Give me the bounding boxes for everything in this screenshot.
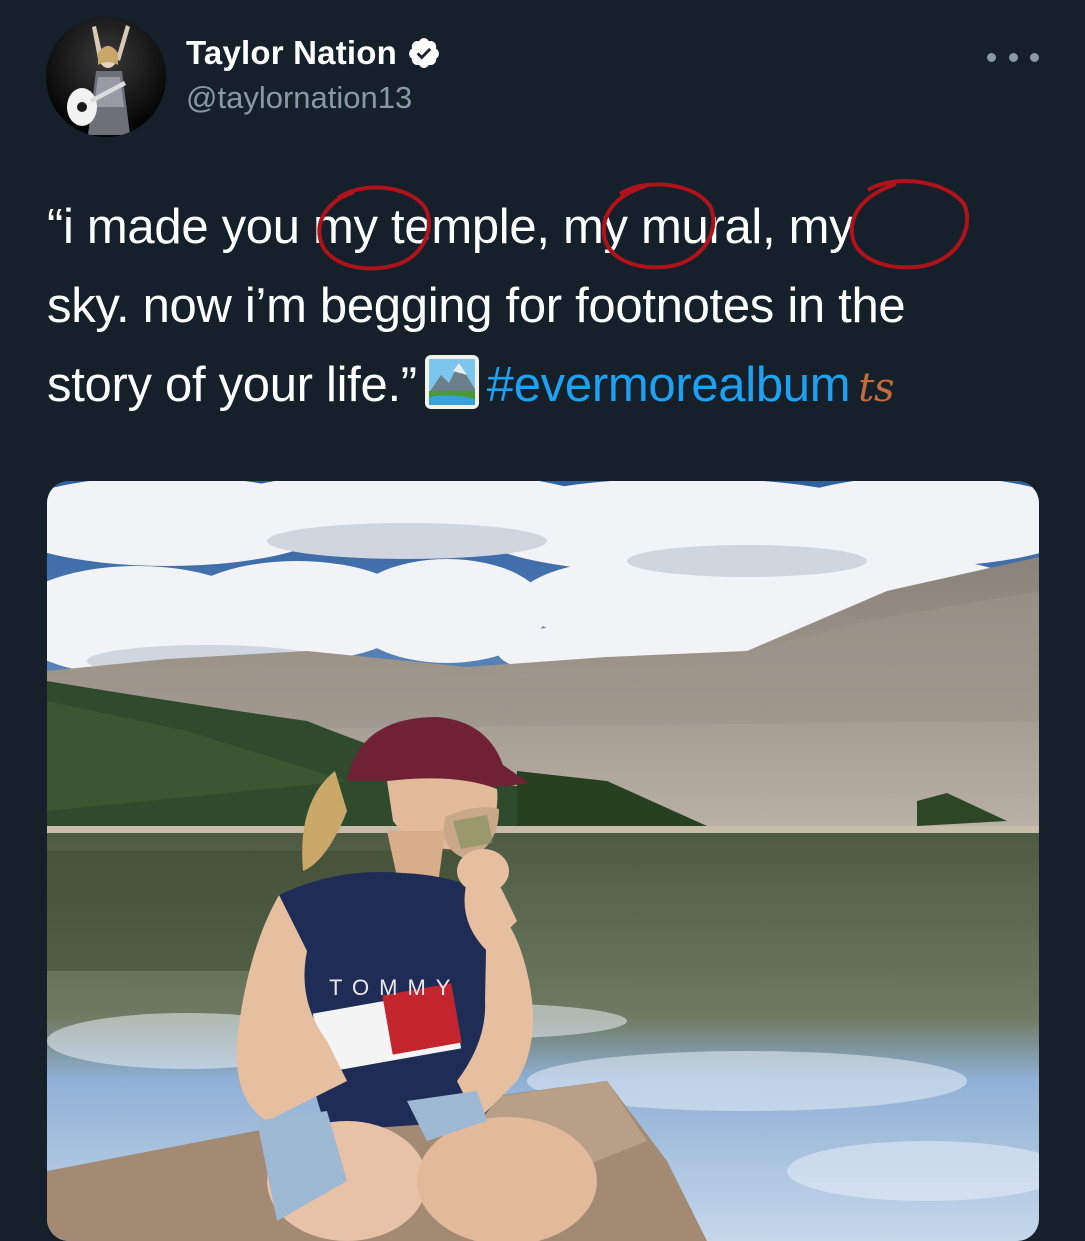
ts-annotation: ts bbox=[858, 365, 895, 411]
author-handle[interactable]: @taylornation13 bbox=[186, 80, 412, 116]
more-options-icon[interactable] bbox=[987, 42, 1039, 72]
shirt-text: TOMMY bbox=[329, 975, 460, 1000]
more-dot bbox=[1030, 52, 1039, 62]
verified-badge-icon bbox=[407, 36, 441, 70]
display-name[interactable]: Taylor Nation bbox=[186, 34, 397, 72]
tweet-text-line: sky. now i’m begging for footnotes in th… bbox=[47, 279, 906, 333]
avatar[interactable] bbox=[46, 17, 166, 137]
tweet-text-line: story of your life.” bbox=[47, 358, 417, 412]
tweet-media-photo[interactable]: TOMMY bbox=[47, 481, 1039, 1241]
picture-emoji-icon bbox=[423, 353, 481, 411]
tweet-text: “i made you my temple, my mural, my sky.… bbox=[47, 188, 1057, 428]
more-dot bbox=[1008, 52, 1018, 62]
avatar-image bbox=[46, 17, 166, 137]
tweet-text-line: “i made you my temple, my mural, my bbox=[47, 200, 854, 254]
hashtag-link[interactable]: #evermorealbum bbox=[487, 358, 851, 412]
more-dot bbox=[987, 52, 996, 62]
lake-photo: TOMMY bbox=[47, 481, 1039, 1241]
tweet-text-line-last: story of your life.” #evermorealbum ts bbox=[47, 346, 1057, 428]
author-row[interactable]: Taylor Nation bbox=[186, 34, 441, 72]
